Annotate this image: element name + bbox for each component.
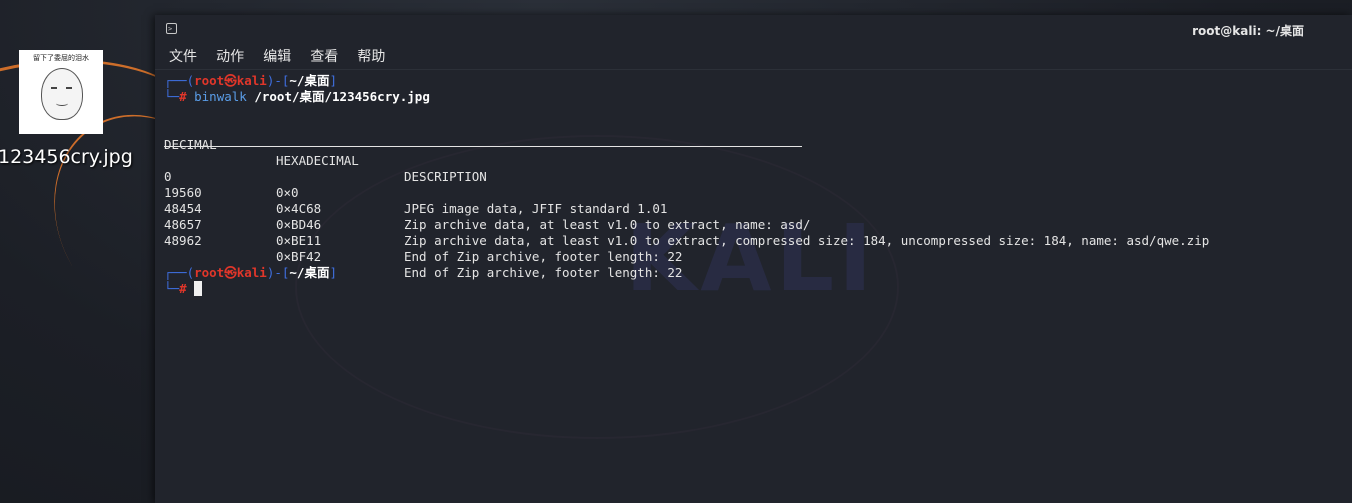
image-thumbnail: 留下了委屈的泪水 <box>19 50 103 134</box>
thumbnail-caption: 留下了委屈的泪水 <box>33 54 89 62</box>
menu-actions[interactable]: 动作 <box>216 45 244 69</box>
table-header: DECIMAL HEXADECIMAL DESCRIPTION <box>164 121 487 184</box>
header-description: DESCRIPTION <box>404 169 487 184</box>
file-name-label: 123456cry.jpg <box>0 146 133 168</box>
table-row: 0 0×0 JPEG image data, JFIF standard 1.0… <box>164 169 668 216</box>
terminal-icon: > <box>166 23 177 34</box>
menu-view[interactable]: 查看 <box>310 45 338 69</box>
table-row: 19560 0×4C68 Zip archive data, at least … <box>164 185 811 232</box>
desktop: 留下了委屈的泪水 123456cry.jpg KALI > root@kali:… <box>0 0 1352 503</box>
window-title: root@kali: ~/桌面 <box>1192 24 1304 38</box>
title-bar[interactable]: > root@kali: ~/桌面 <box>155 15 1352 45</box>
menu-file[interactable]: 文件 <box>169 45 197 69</box>
terminal-window[interactable]: KALI > root@kali: ~/桌面 文件 动作 编辑 查看 帮助 ┌─… <box>155 15 1352 503</box>
meme-face-icon <box>41 68 83 120</box>
header-decimal: DECIMAL <box>164 137 217 152</box>
command-line: └─# binwalk /root/桌面/123456cry.jpg <box>164 89 430 104</box>
command-name: binwalk <box>194 89 247 104</box>
header-separator <box>164 146 802 147</box>
header-hex: HEXADECIMAL <box>276 153 359 168</box>
table-row: 48962 0×BF42 End of Zip archive, footer … <box>164 233 683 280</box>
input-line[interactable]: └─# <box>164 281 203 297</box>
menu-help[interactable]: 帮助 <box>357 45 385 69</box>
menu-edit[interactable]: 编辑 <box>263 45 291 69</box>
menu-bar: 文件 动作 编辑 查看 帮助 <box>155 45 1352 70</box>
text-cursor <box>194 281 203 296</box>
table-row: 48454 0×BD46 Zip archive data, at least … <box>164 201 1210 248</box>
command-arg: /root/桌面/123456cry.jpg <box>254 89 430 104</box>
prompt-line: ┌──(root㉿kali)-[~/桌面] <box>164 265 337 280</box>
prompt-line: ┌──(root㉿kali)-[~/桌面] <box>164 73 337 88</box>
table-row: 48657 0×BE11 End of Zip archive, footer … <box>164 217 683 264</box>
